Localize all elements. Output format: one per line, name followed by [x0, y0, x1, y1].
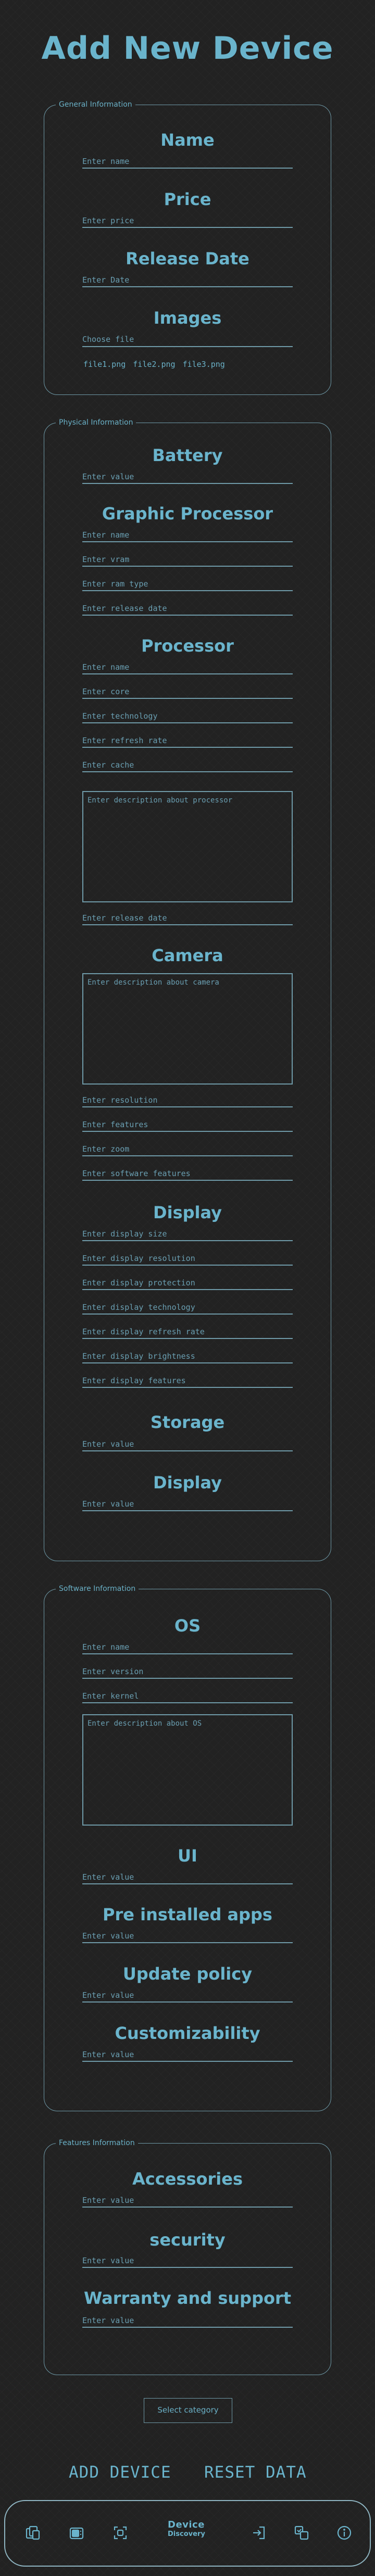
camera-software-features-input[interactable] — [82, 1168, 293, 1181]
customizability-input[interactable] — [82, 2049, 293, 2062]
update-policy-input[interactable] — [82, 1990, 293, 2003]
camera-zoom-input[interactable] — [82, 1144, 293, 1156]
selected-files-list: file1.png file2.png file3.png — [83, 360, 232, 369]
os-heading: OS — [174, 1616, 201, 1636]
images-heading: Images — [153, 308, 222, 328]
brand-logo[interactable]: Device Discovery — [168, 2520, 209, 2547]
camera-resolution-input[interactable] — [82, 1095, 293, 1107]
camera-heading: Camera — [152, 946, 223, 965]
page-title: Add New Device — [41, 30, 334, 67]
preinstalled-apps-input[interactable] — [82, 1931, 293, 1943]
processor-heading: Processor — [141, 636, 234, 656]
customizability-heading: Customizability — [115, 2023, 260, 2043]
gpu-release-date-input[interactable] — [82, 603, 293, 616]
cpu-name-input[interactable] — [82, 662, 293, 674]
add-device-button[interactable]: ADD DEVICE — [69, 2463, 171, 2482]
camera-features-input[interactable] — [82, 1119, 293, 1132]
reset-data-button[interactable]: RESET DATA — [204, 2463, 307, 2482]
file-name: file3.png — [182, 360, 225, 369]
software-information-legend: Software Information — [59, 1585, 136, 1593]
security-input[interactable] — [82, 2255, 293, 2268]
select-category-dropdown[interactable]: Select category — [144, 2398, 232, 2423]
ui-heading: UI — [178, 1846, 197, 1866]
battery-input[interactable] — [82, 471, 293, 484]
scan-icon[interactable] — [111, 2524, 129, 2542]
accessories-heading: Accessories — [132, 2169, 243, 2189]
cpu-core-input[interactable] — [82, 686, 293, 699]
warranty-input[interactable] — [82, 2315, 293, 2328]
os-version-input[interactable] — [82, 1666, 293, 1679]
display-heading: Display — [153, 1203, 222, 1222]
security-heading: security — [149, 2230, 226, 2250]
display-features-input[interactable] — [82, 1375, 293, 1388]
cpu-cache-input[interactable] — [82, 760, 293, 772]
battery-heading: Battery — [152, 445, 223, 465]
physical-information-legend: Physical Information — [59, 418, 133, 427]
cpu-description-textarea[interactable] — [82, 791, 293, 902]
warranty-heading: Warranty and support — [83, 2288, 292, 2308]
brand-name-line2: Discovery — [168, 2530, 205, 2538]
file-name: file2.png — [133, 360, 176, 369]
price-input[interactable] — [82, 215, 293, 228]
display-brightness-input[interactable] — [82, 1351, 293, 1363]
phone-stack-icon[interactable] — [68, 2524, 85, 2542]
compare-icon[interactable] — [293, 2524, 310, 2542]
cpu-release-date-input[interactable] — [82, 913, 293, 925]
bottom-navigation-bar: Device Discovery — [4, 2500, 371, 2567]
brand-name-line1: Device — [168, 2519, 205, 2530]
name-heading: Name — [160, 130, 215, 150]
display-refresh-rate-input[interactable] — [82, 1327, 293, 1339]
login-icon[interactable] — [250, 2524, 268, 2542]
preinstalled-apps-heading: Pre installed apps — [103, 1905, 272, 1924]
file-name: file1.png — [83, 360, 126, 369]
os-kernel-input[interactable] — [82, 1691, 293, 1703]
gpu-ram-type-input[interactable] — [82, 579, 293, 591]
release-date-input[interactable] — [82, 275, 293, 287]
display-secondary-heading: Display — [153, 1473, 222, 1493]
info-icon[interactable] — [335, 2524, 353, 2542]
choose-file-input[interactable]: Choose file — [82, 335, 293, 347]
accessories-input[interactable] — [82, 2195, 293, 2208]
display-size-input[interactable] — [82, 1229, 293, 1241]
graphic-processor-heading: Graphic Processor — [102, 504, 273, 524]
devices-icon[interactable] — [24, 2524, 42, 2542]
os-description-textarea[interactable] — [82, 1714, 293, 1826]
display-secondary-input[interactable] — [82, 1499, 293, 1511]
gpu-vram-input[interactable] — [82, 554, 293, 567]
device-name-input[interactable] — [82, 156, 293, 169]
features-information-legend: Features Information — [59, 2139, 135, 2147]
release-date-heading: Release Date — [126, 249, 249, 269]
cpu-refresh-rate-input[interactable] — [82, 735, 293, 748]
general-information-legend: General Information — [59, 100, 132, 109]
display-resolution-input[interactable] — [82, 1253, 293, 1266]
gpu-name-input[interactable] — [82, 530, 293, 542]
storage-input[interactable] — [82, 1439, 293, 1451]
cpu-technology-input[interactable] — [82, 711, 293, 723]
storage-heading: Storage — [150, 1412, 225, 1432]
os-name-input[interactable] — [82, 1642, 293, 1654]
price-heading: Price — [164, 189, 211, 209]
display-technology-input[interactable] — [82, 1302, 293, 1315]
display-protection-input[interactable] — [82, 1278, 293, 1290]
update-policy-heading: Update policy — [122, 1964, 253, 1984]
camera-description-textarea[interactable] — [82, 973, 293, 1085]
ui-input[interactable] — [82, 1872, 293, 1884]
